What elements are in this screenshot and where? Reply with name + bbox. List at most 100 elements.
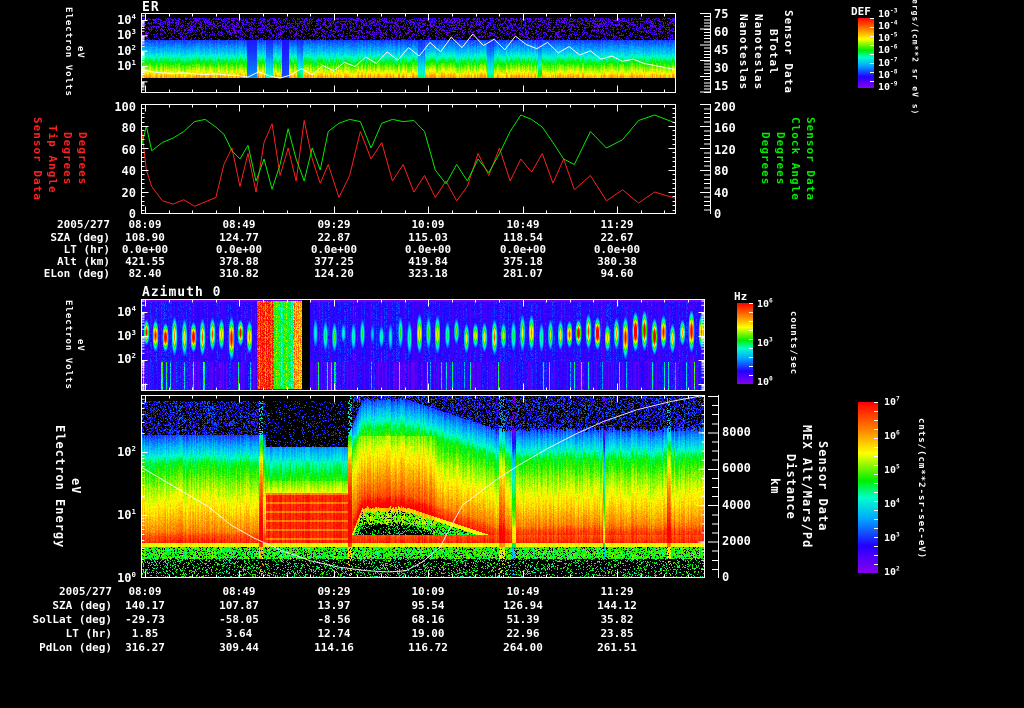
els-colorbar-tick-label: 103 xyxy=(884,531,900,544)
altitude-label-line: Sensor Data xyxy=(816,441,830,532)
er-ytick-label: 104 xyxy=(117,12,136,27)
clock-angle-tick-label: 0 xyxy=(714,206,722,221)
els-colorbar xyxy=(858,402,878,573)
els-right-ticks: 8000 6000 4000 2000 0 xyxy=(722,426,766,583)
azimuth-colorbar-title: Hz xyxy=(734,290,748,303)
els-right-label: Sensor Data MEX Alt/Mars/Pd Distance km xyxy=(762,395,836,578)
table-cell: 08:09 xyxy=(128,585,162,598)
els-colorbar-units-text: cnts/(cm**2-sr-sec-eV) xyxy=(916,418,926,560)
clock-angle-tick-label: 160 xyxy=(714,121,736,136)
table-cell: -58.05 xyxy=(219,613,259,626)
table-row-label: LT (hr) xyxy=(65,627,112,640)
azimuth-panel-title: Azimuth 0 xyxy=(142,285,222,300)
er-spectrogram-canvas xyxy=(141,13,676,93)
table-cell: -29.73 xyxy=(125,613,165,626)
table-cell: 114.16 xyxy=(314,641,354,654)
table-row-label: ELon (deg) xyxy=(43,267,110,280)
er-colorbar-tick-label: 10-6 xyxy=(878,44,898,57)
er-ytick-label: 103 xyxy=(117,27,136,43)
table-cell: 12.74 xyxy=(317,627,351,640)
table-cell: 10:49 xyxy=(506,218,540,231)
azimuth-ylabel: Electron Volts eV xyxy=(57,299,91,391)
btotal-label-line: Nanoteslas xyxy=(752,13,765,91)
azimuth-colorbar-units: counts/sec xyxy=(786,300,800,386)
tip-angle-label-line: Degrees xyxy=(76,132,89,186)
table-cell: 309.44 xyxy=(219,641,259,654)
els-ylabel-line: eV xyxy=(69,478,83,495)
els-colorbar-tick-label: 105 xyxy=(884,463,900,476)
table-cell: 124.20 xyxy=(314,267,354,280)
tip-angle-tick-label: 60 xyxy=(121,142,136,157)
clock-angle-tick-label: 80 xyxy=(714,164,729,179)
table-cell: 323.18 xyxy=(408,267,448,280)
er-colorbar-units-text: ergs/(cm**2 sr eV s) xyxy=(910,0,920,116)
table-row-label: SolLat (deg) xyxy=(32,613,112,626)
table-cell: 13.97 xyxy=(317,599,351,612)
els-colorbar-tickmarks xyxy=(874,402,878,573)
els-ylabel-line: Electron Energy xyxy=(53,424,67,549)
tip-angle-tick-label: 20 xyxy=(121,185,136,200)
table-cell: 35.82 xyxy=(600,613,634,626)
btotal-tick-label: 15 xyxy=(714,79,729,93)
er-ylabel-line: Electron Volts xyxy=(63,7,73,97)
azimuth-ylabel-line: eV xyxy=(75,338,85,352)
angles-right-label: Sensor Data Clock Angle Degrees Degrees xyxy=(756,104,820,214)
azimuth-colorbar-units-text: counts/sec xyxy=(788,310,798,376)
btotal-tick-label: 75 xyxy=(714,7,729,21)
tip-angle-tick-label: 40 xyxy=(121,164,136,179)
els-ytick-label: 102 xyxy=(117,444,136,459)
tip-angle-label-line: Sensor Data xyxy=(31,117,44,201)
table-cell: 310.82 xyxy=(219,267,259,280)
clock-angle-tick-label: 120 xyxy=(714,142,736,157)
els-right-axis xyxy=(708,395,719,578)
els-colorbar-ticks: 107 106 105 104 103 102 xyxy=(884,395,914,578)
altitude-tick-label: 4000 xyxy=(722,497,751,512)
table-cell: 10:09 xyxy=(411,218,445,231)
er-yticks: 104 103 102 101 xyxy=(96,12,136,72)
els-ytick-label: 101 xyxy=(117,507,136,522)
er-colorbar-tick-label: 10-3 xyxy=(878,7,898,20)
table-cell: 261.51 xyxy=(597,641,637,654)
azimuth-colorbar-ticks: 106 103 100 xyxy=(757,298,785,388)
er-colorbar-tick-label: 10-8 xyxy=(878,68,898,81)
altitude-tick-label: 6000 xyxy=(722,461,751,476)
table-cell: 10:49 xyxy=(506,585,540,598)
azimuth-ylabel-line: Electron Volts xyxy=(63,300,73,390)
table-cell: 11:29 xyxy=(600,218,634,231)
er-right-label: Sensor Data BTotal Nanoteslas Nanoteslas xyxy=(736,6,796,98)
altitude-label-line: MEX Alt/Mars/Pd xyxy=(800,424,814,549)
table-cell: 94.60 xyxy=(600,267,634,280)
table-row-label: SZA (deg) xyxy=(52,599,112,612)
angles-left-label: Sensor Data Tip Angle Degrees Degrees xyxy=(30,104,90,214)
tip-angle-tick-label: 80 xyxy=(121,121,136,136)
table-row-label: PdLon (deg) xyxy=(39,641,112,654)
els-ytick-label: 100 xyxy=(117,570,136,585)
table-cell: 22.96 xyxy=(506,627,540,640)
er-colorbar-tickmarks xyxy=(870,18,874,88)
clock-angle-label-line: Degrees xyxy=(759,132,772,186)
table-row-label: 2005/277 xyxy=(59,585,112,598)
table-cell: 95.54 xyxy=(411,599,445,612)
altitude-tick-label: 0 xyxy=(722,570,730,584)
er-right-axis xyxy=(700,13,711,93)
angles-line-chart-canvas xyxy=(141,104,676,214)
altitude-label-line: km xyxy=(768,478,782,495)
er-colorbar-ticks: 10-3 10-4 10-5 10-6 10-7 10-8 10-9 xyxy=(878,7,912,93)
er-colorbar-tick-label: 10-7 xyxy=(878,56,898,69)
table-cell: 10:09 xyxy=(411,585,445,598)
altitude-tick-label: 2000 xyxy=(722,533,751,548)
table-cell: 144.12 xyxy=(597,599,637,612)
er-colorbar-title: DEF xyxy=(851,5,871,18)
er-ylabel: Electron Volts eV xyxy=(57,7,91,97)
els-colorbar-tick-label: 106 xyxy=(884,429,900,442)
azimuth-colorbar-tick-label: 103 xyxy=(757,336,773,349)
azimuth-ytick-label: 102 xyxy=(117,351,136,366)
table-cell: 116.72 xyxy=(408,641,448,654)
table-cell: 19.00 xyxy=(411,627,445,640)
tip-angle-label-line: Degrees xyxy=(61,132,74,186)
btotal-label-line: BTotal xyxy=(767,29,780,75)
er-ylabel-line: eV xyxy=(75,45,85,59)
er-colorbar xyxy=(858,18,874,88)
els-colorbar-tick-label: 107 xyxy=(884,395,900,408)
els-ylabel: Electron Energy eV xyxy=(48,395,88,578)
